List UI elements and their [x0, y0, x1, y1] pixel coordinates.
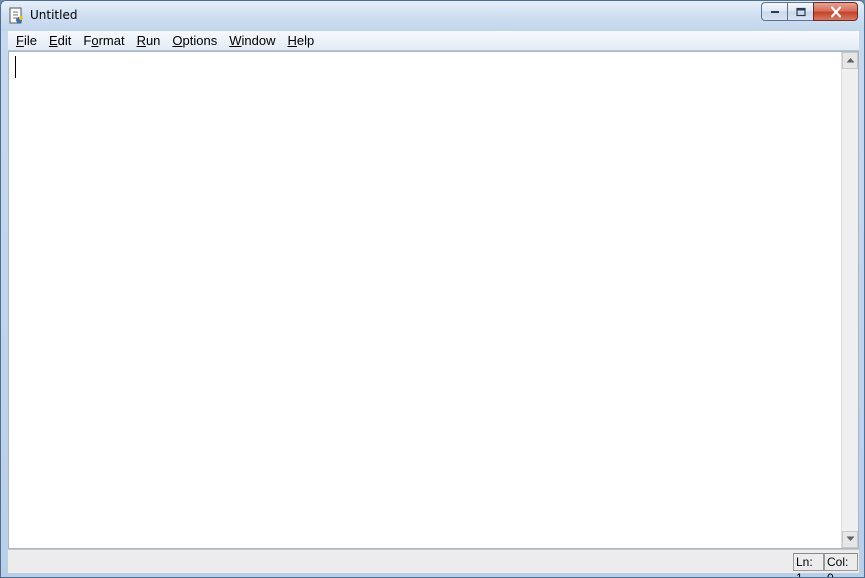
menu-file-mnemonic: F [16, 32, 24, 48]
menu-run[interactable]: Run [131, 32, 167, 50]
menu-edit-mnemonic: E [48, 32, 58, 48]
vertical-scrollbar[interactable] [841, 52, 858, 548]
menu-help-label: elp [296, 32, 315, 48]
menu-bar: File Edit Format Run Options Window Help [8, 31, 859, 51]
text-caret [15, 56, 16, 78]
menu-format-label: rmat [98, 32, 125, 48]
maximize-button[interactable] [787, 2, 813, 21]
menu-window-label: indow [241, 32, 276, 48]
menu-run-mnemonic: R [136, 32, 146, 48]
scroll-down-button[interactable] [842, 531, 858, 548]
menu-edit-label: dit [57, 32, 72, 48]
minimize-icon [770, 10, 779, 13]
menu-help-mnemonic: H [287, 32, 297, 48]
line-number-status: Ln: 1 [793, 553, 824, 577]
close-button[interactable] [813, 2, 858, 21]
scroll-down-arrow-icon [846, 536, 855, 541]
menu-edit[interactable]: Edit [43, 32, 77, 50]
column-number-status: Col: 0 [824, 553, 858, 577]
editor-frame [8, 51, 859, 549]
maximize-icon [795, 7, 806, 16]
close-icon [830, 6, 841, 17]
menu-format[interactable]: Format [77, 32, 130, 50]
window-title: Untitled [30, 8, 78, 22]
menu-run-label: un [145, 32, 161, 48]
caption-buttons [761, 2, 858, 21]
scroll-up-button[interactable] [842, 52, 858, 69]
code-text-area[interactable] [9, 52, 841, 548]
menu-options-label: ptions [182, 32, 218, 48]
menu-help[interactable]: Help [282, 32, 321, 50]
menu-options-mnemonic: O [172, 32, 183, 48]
menu-window[interactable]: Window [223, 32, 281, 50]
menu-options[interactable]: Options [166, 32, 223, 50]
menu-file-label: ile [23, 32, 37, 48]
minimize-button[interactable] [761, 2, 787, 21]
idle-editor-window: Untitled File Edit Format Run Options Wi… [0, 0, 865, 578]
menu-format-mnemonic: o [91, 32, 99, 48]
menu-file[interactable]: File [16, 32, 43, 50]
status-bar: Ln: 1 Col: 0 [8, 549, 859, 577]
menu-window-mnemonic: W [229, 32, 242, 48]
python-idle-icon [9, 7, 25, 25]
scroll-up-arrow-icon [846, 58, 855, 63]
title-bar[interactable]: Untitled [1, 1, 864, 31]
